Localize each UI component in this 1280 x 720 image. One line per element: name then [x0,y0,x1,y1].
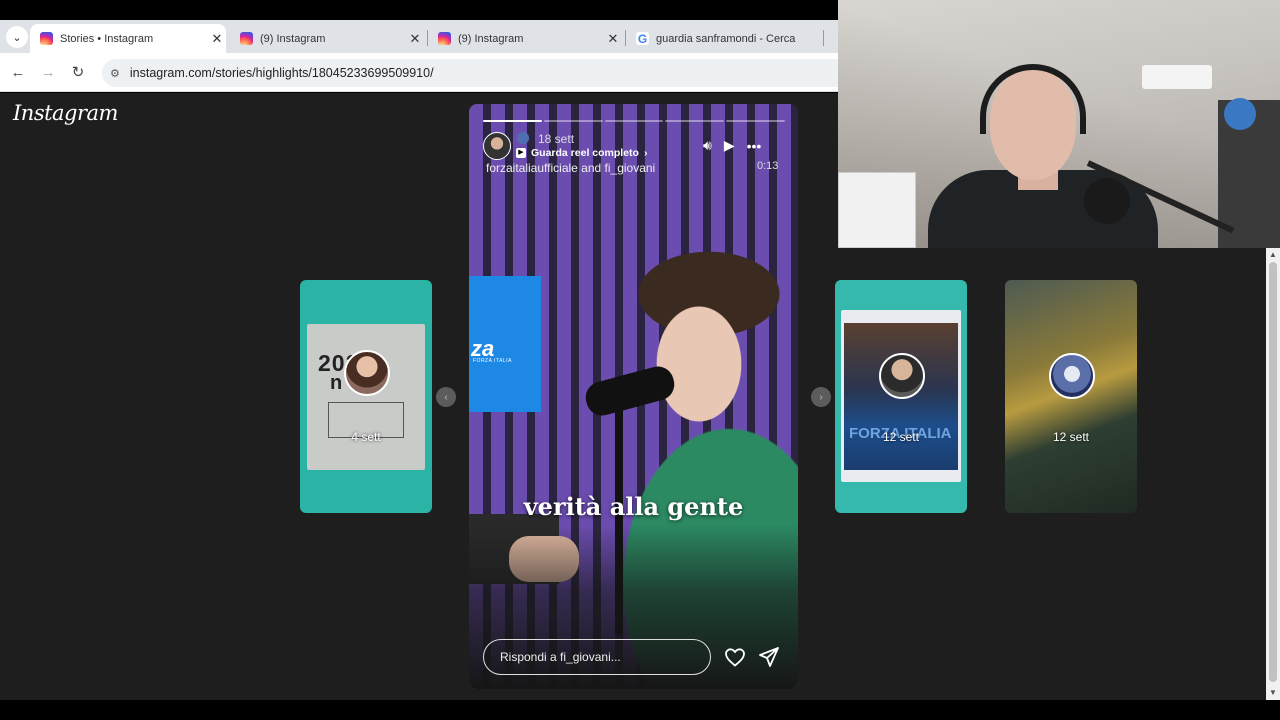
scrollbar-thumb[interactable] [1269,262,1277,682]
previous-story-button[interactable]: ‹ [436,387,456,407]
bottom-bar [0,700,1280,720]
play-icon[interactable]: ▶ [724,137,735,154]
story-preview-next-2[interactable]: 12 sett [1005,280,1137,513]
watch-full-reel-link[interactable]: ▶ Guarda reel completo › [516,147,647,159]
preview-date: 4 sett [351,430,381,444]
progress-segment [483,120,542,122]
volume-icon[interactable]: 🔊︎ [703,137,712,154]
story-preview-prev[interactable]: 2023 n o 4 sett [300,280,432,513]
tab-google-search[interactable]: G guardia sanframondi - Cerca co [626,24,798,53]
preview-avatar [344,350,390,396]
webcam-air-conditioner [1142,65,1212,89]
reel-link-label: Guarda reel completo [531,147,639,159]
screen-sub-text: FORZA ITALIA [473,358,512,364]
preview-date: 12 sett [882,430,920,444]
progress-segment [543,120,603,122]
instagram-icon [40,32,53,45]
webcam-microphone [1084,178,1130,224]
chevron-right-icon: › [643,147,648,159]
heart-icon[interactable] [723,645,747,669]
reply-placeholder: Rispondi a fi_giovani... [500,650,621,664]
tab-search-icon[interactable]: ⌄ [6,26,28,48]
tab-title: Stories • Instagram [60,32,154,45]
story-time: 0:13 [757,160,779,172]
instagram-icon [438,32,451,45]
progress-segment [665,120,725,122]
scroll-down-icon[interactable]: ▼ [1268,688,1278,698]
tab-title: guardia sanframondi - Cerca co [656,32,798,45]
send-icon[interactable] [757,645,781,669]
coauthor-avatar[interactable] [517,132,529,144]
tab-separator [823,30,824,46]
preview-avatar [1049,353,1095,399]
preview-date: 12 sett [1052,430,1090,444]
story-controls: 🔊︎ ▶ ••• [703,137,761,154]
reply-input[interactable]: Rispondi a fi_giovani... [483,639,711,675]
preview-card [307,324,425,470]
story-viewer[interactable]: za FORZA ITALIA 18 sett ▶ Guarda reel co… [469,104,798,689]
tab-stories-instagram[interactable]: Stories • Instagram ✕ [30,24,226,53]
more-options-icon[interactable]: ••• [747,138,762,154]
instagram-icon [240,32,253,45]
webcam-ball [1224,98,1256,130]
site-settings-icon[interactable]: ⚙ [110,67,120,80]
google-icon: G [636,31,649,46]
progress-segment [604,120,664,122]
back-icon[interactable]: ← [8,62,28,82]
screen: { "browser": { "tabs": [ {"title": "Stor… [0,0,1280,720]
tab-title: (9) Instagram [260,32,326,45]
story-progress-bar [483,120,785,122]
close-tab-icon[interactable]: ✕ [406,31,424,47]
story-caption: verità alla gente [523,492,744,521]
tab-instagram-1[interactable]: (9) Instagram ✕ [230,24,424,53]
close-tab-icon[interactable]: ✕ [604,31,622,47]
reel-icon: ▶ [516,148,526,158]
reload-icon[interactable]: ↻ [68,62,88,82]
tab-title: (9) Instagram [458,32,524,45]
next-story-button[interactable]: › [811,387,831,407]
webcam-overlay [838,0,1280,248]
url-text: instagram.com/stories/highlights/1804523… [129,66,434,80]
webcam-cabinet [838,172,916,248]
close-tab-icon[interactable]: ✕ [208,31,226,47]
story-preview-next[interactable]: FORZA ITALIA 12 sett [835,280,967,513]
story-date: 18 sett [538,132,575,146]
tab-instagram-2[interactable]: (9) Instagram ✕ [428,24,622,53]
story-authors[interactable]: forzaitaliaufficiale and fi_giovani [486,161,655,175]
instagram-logo[interactable]: Instagram [13,101,118,125]
author-avatar[interactable] [483,132,511,160]
forward-icon[interactable]: → [38,62,58,82]
scroll-up-icon[interactable]: ▲ [1268,250,1278,260]
address-bar[interactable]: ⚙ instagram.com/stories/highlights/18045… [102,59,838,87]
preview-avatar [879,353,925,399]
progress-segment [726,120,785,122]
